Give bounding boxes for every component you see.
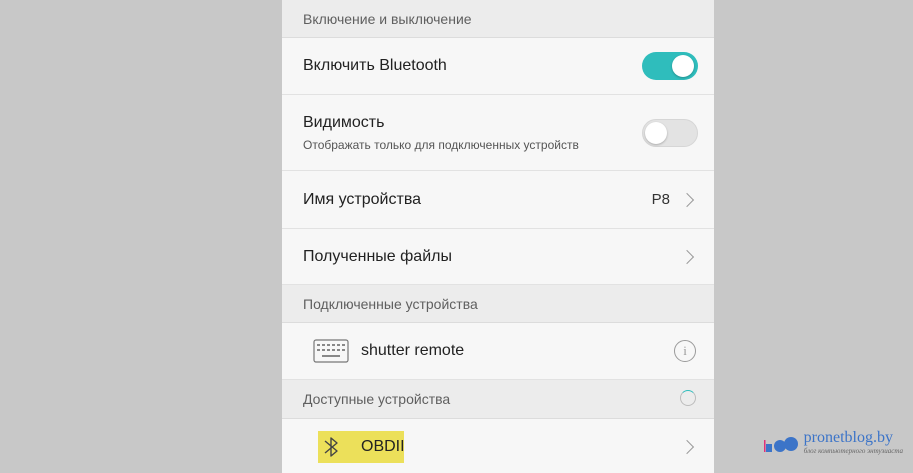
- device-name-row[interactable]: Имя устройства P8: [282, 171, 714, 229]
- section-header-available: Доступные устройства: [282, 380, 714, 419]
- visibility-label: Видимость: [303, 113, 385, 131]
- bluetooth-settings-screen: Включение и выключение Включить Bluetoot…: [282, 0, 714, 473]
- visibility-row[interactable]: Видимость Отображать только для подключе…: [282, 95, 714, 171]
- available-device-name: OBDII: [361, 437, 405, 455]
- visibility-toggle[interactable]: [642, 118, 698, 147]
- watermark: pronetblog.by блог компьютерного энтузиа…: [763, 429, 903, 455]
- paired-device-row[interactable]: shutter remote i: [282, 323, 714, 380]
- keyboard-icon: [313, 339, 349, 363]
- bluetooth-toggle[interactable]: [642, 52, 698, 80]
- available-device-row[interactable]: OBDII: [282, 419, 714, 473]
- bluetooth-toggle-label: Включить Bluetooth: [303, 57, 447, 74]
- section-header-power: Включение и выключение: [282, 0, 714, 38]
- chevron-right-icon: [679, 249, 695, 264]
- received-files-label: Полученные файлы: [303, 247, 452, 265]
- received-files-row[interactable]: Полученные файлы: [282, 229, 714, 285]
- toggle-knob: [645, 121, 667, 144]
- loading-spinner-icon: [680, 390, 696, 406]
- bluetooth-icon: [324, 436, 338, 457]
- section-title-power: Включение и выключение: [303, 10, 472, 27]
- info-icon[interactable]: i: [674, 340, 696, 362]
- section-header-paired: Подключенные устройства: [282, 285, 714, 323]
- watermark-logo-icon: [763, 437, 798, 452]
- section-title-paired: Подключенные устройства: [303, 295, 478, 312]
- bluetooth-toggle-row[interactable]: Включить Bluetooth: [282, 38, 714, 95]
- paired-device-name: shutter remote: [361, 342, 465, 359]
- chevron-right-icon: [679, 439, 695, 454]
- chevron-right-icon: [679, 192, 695, 207]
- visibility-description: Отображать только для подключенных устро…: [303, 137, 579, 152]
- watermark-title: pronetblog.by: [803, 429, 893, 446]
- device-name-label: Имя устройства: [303, 190, 422, 208]
- toggle-knob: [672, 55, 694, 77]
- device-name-value: P8: [651, 191, 670, 208]
- section-title-available: Доступные устройства: [303, 391, 451, 407]
- watermark-subtitle: блог компьютерного энтузиаста: [803, 447, 903, 455]
